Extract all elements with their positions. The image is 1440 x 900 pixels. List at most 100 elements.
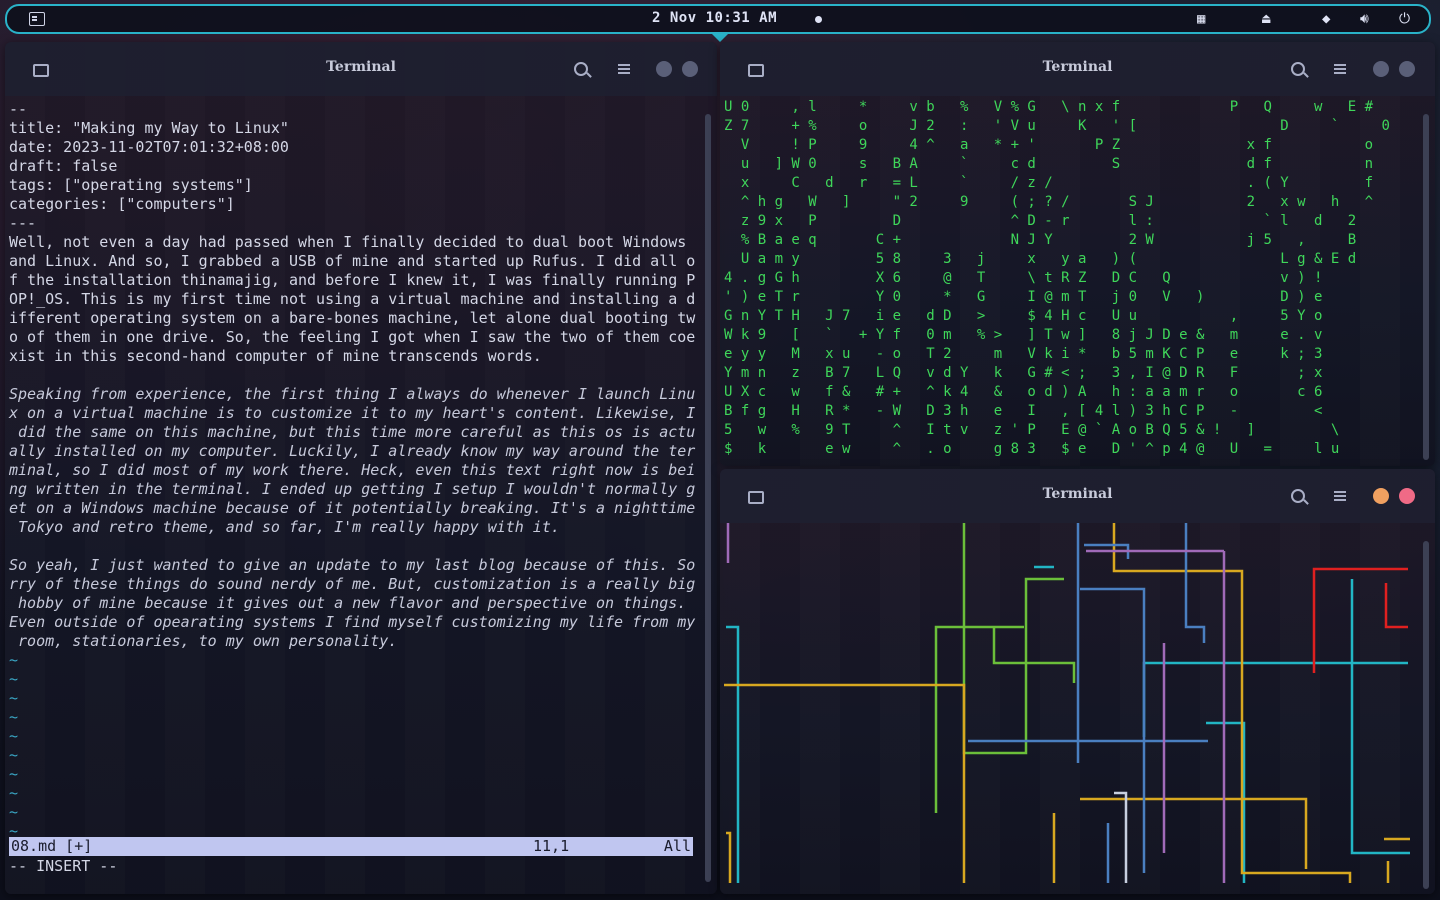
editor-line[interactable]: draft: false	[9, 157, 697, 176]
empty-line-tilde: ~	[9, 708, 19, 726]
editor-line[interactable]: Tokyo and retro theme, and so far, I'm r…	[9, 518, 697, 537]
terminal-window-matrix[interactable]: Terminal U 0 , l * v b % V % G \ n x f P…	[720, 42, 1435, 466]
terminal-window-editor[interactable]: Terminal -- title: "Making my Way to Linu…	[5, 42, 717, 894]
minimize-button[interactable]	[656, 61, 672, 77]
minimize-button[interactable]	[1373, 61, 1389, 77]
empty-line-tilde: ~	[9, 746, 19, 764]
hamburger-menu-icon[interactable]	[1334, 64, 1346, 66]
terminal-header: Terminal	[720, 469, 1435, 523]
empty-line-tilde: ~	[9, 784, 19, 802]
empty-line-tilde: ~	[9, 765, 19, 783]
empty-line-tilde: ~	[9, 727, 19, 745]
editor-line[interactable]: o of them in one drive. So, the feeling …	[9, 328, 697, 347]
wifi-icon[interactable]: ◆	[1322, 11, 1330, 27]
vim-status-line: 08.md [+] 11,1 All	[9, 837, 693, 856]
matrix-row: Y m n z B 7 L Q v d Y k G # < ; 3 , I @ …	[724, 365, 1323, 381]
matrix-row: u ] W 0 s B A ` c d S d f n	[724, 156, 1374, 172]
empty-line-markers: ~ ~ ~ ~ ~ ~ ~ ~ ~ ~	[9, 651, 697, 841]
hamburger-menu-icon[interactable]	[1334, 491, 1346, 493]
matrix-row: G n Y T H J 7 i e d D > $ 4 H c U u , 5 …	[724, 308, 1323, 324]
editor-line[interactable]: ally installed on my computer. Luckily, …	[9, 442, 697, 461]
close-button[interactable]	[1399, 61, 1415, 77]
mode-indicator: -- INSERT --	[9, 857, 118, 875]
matrix-row: U a m y 5 8 3 j x y a ) ( L g & E d	[724, 251, 1357, 267]
editor-line[interactable]: et on a Windows machine because of it po…	[9, 499, 697, 518]
editor-line[interactable]: minal, so I did most of my work there. H…	[9, 461, 697, 480]
status-scroll-position: All	[663, 837, 691, 855]
layout-icon[interactable]: ▦	[1197, 11, 1205, 27]
scrollbar[interactable]	[1423, 541, 1429, 889]
search-icon[interactable]	[1291, 62, 1305, 76]
close-button[interactable]	[1399, 488, 1415, 504]
matrix-row: z 9 x P D ^ D - r l : ` l d 2	[724, 213, 1357, 229]
pipes-animation	[724, 523, 1410, 883]
editor-line[interactable]	[9, 537, 697, 556]
empty-line-tilde: ~	[9, 689, 19, 707]
window-title: Terminal	[1042, 486, 1113, 502]
terminal-window-pipes[interactable]: Terminal	[720, 469, 1435, 894]
editor-line[interactable]: So yeah, I just wanted to give an update…	[9, 556, 697, 575]
editor-text-area[interactable]: -- title: "Making my Way to Linux" date: 2…	[9, 100, 697, 651]
volume-icon[interactable]: 🔊︎	[1360, 11, 1369, 27]
matrix-row: ' ) e T r Y 0 * G I @ m T j 0 V ) D ) e	[724, 289, 1323, 305]
top-panel: 2 Nov 10:31 AM ▦ ⏏ ◆ 🔊︎ ⏻	[5, 4, 1431, 34]
terminal-header: Terminal	[720, 42, 1435, 96]
editor-line[interactable]: hobby of mine because it gives out a new…	[9, 594, 697, 613]
search-icon[interactable]	[574, 62, 588, 76]
eject-icon[interactable]: ⏏	[1262, 11, 1270, 27]
editor-line[interactable]	[9, 366, 697, 385]
matrix-row: $ k e w ^ . o g 8 3 $ e D ' ^ p 4 @ U = …	[724, 441, 1340, 457]
editor-line[interactable]: OP!_OS. This is my first time not using …	[9, 290, 697, 309]
clock-pointer-icon	[712, 34, 728, 42]
matrix-row: % B a e q C + N J Y 2 W j 5 , B	[724, 232, 1357, 248]
matrix-row: U 0 , l * v b % V % G \ n x f P Q w E #	[724, 99, 1374, 115]
window-title: Terminal	[1042, 59, 1113, 75]
terminal-menu-icon[interactable]	[29, 12, 45, 26]
matrix-row: ^ h g W ] " 2 9 ( ; ? / S J 2 x w h ^	[724, 194, 1374, 210]
matrix-row: V ! P 9 4 ^ a * + ' P Z x f o	[724, 137, 1374, 153]
hamburger-menu-icon[interactable]	[618, 64, 630, 66]
matrix-row: x C d r = L ` / z / . ( Y f	[724, 175, 1374, 191]
editor-line[interactable]: Even outside of opearating systems I fin…	[9, 613, 697, 632]
matrix-row: 4 . g G h X 6 @ T \ t R Z D C Q v ) !	[724, 270, 1323, 286]
matrix-row: B f g H R * - W D 3 h e I , [ 4 l ) 3 h …	[724, 403, 1323, 419]
empty-line-tilde: ~	[9, 651, 19, 669]
editor-line[interactable]: ng written in the terminal. I ended up g…	[9, 480, 697, 499]
editor-line[interactable]: ifferent operating system on a bare-bone…	[9, 309, 697, 328]
editor-line[interactable]: rry of these things do sound nerdy of me…	[9, 575, 697, 594]
editor-line[interactable]: xist in this second-hand computer of min…	[9, 347, 697, 366]
matrix-row: U X c w f & # + ^ k 4 & o d ) A h : a a …	[724, 384, 1323, 400]
terminal-header: Terminal	[5, 42, 717, 96]
editor-line[interactable]: date: 2023-11-02T07:01:32+08:00	[9, 138, 697, 157]
close-button[interactable]	[682, 61, 698, 77]
matrix-row: e y y M x u - o T 2 m V k i * b 5 m K C …	[724, 346, 1323, 362]
status-cursor-position: 11,1	[533, 837, 570, 855]
editor-line[interactable]: --	[9, 100, 697, 119]
editor-line[interactable]: Speaking from experience, the first thin…	[9, 385, 697, 404]
scrollbar[interactable]	[705, 114, 711, 882]
editor-line[interactable]: tags: ["operating systems"]	[9, 176, 697, 195]
editor-line[interactable]: room, stationaries, to my own personalit…	[9, 632, 697, 651]
editor-line[interactable]: did the same on this machine, but this t…	[9, 423, 697, 442]
scrollbar[interactable]	[1423, 114, 1429, 460]
editor-line[interactable]: ---	[9, 214, 697, 233]
window-title: Terminal	[326, 59, 396, 75]
editor-line[interactable]: f the installation thinamajig, and befor…	[9, 271, 697, 290]
editor-line[interactable]: title: "Making my Way to Linux"	[9, 119, 697, 138]
matrix-row: W k 9 [ ` + Y f 0 m % > ] T w ] 8 j J D …	[724, 327, 1323, 343]
editor-line[interactable]: and Linux. And so, I grabbed a USB of mi…	[9, 252, 697, 271]
notification-dot-icon	[815, 16, 822, 23]
editor-line[interactable]: categories: ["computers"]	[9, 195, 697, 214]
search-icon[interactable]	[1291, 489, 1305, 503]
clock[interactable]: 2 Nov 10:31 AM	[652, 10, 777, 26]
power-icon[interactable]: ⏻	[1399, 11, 1410, 27]
matrix-row: 5 w % 9 T ^ I t v z ' P E @ ` A o B Q 5 …	[724, 422, 1340, 438]
empty-line-tilde: ~	[9, 803, 19, 821]
matrix-row: Z 7 + % o J 2 : ' V u K ' [ D ` 0	[724, 118, 1390, 134]
cmatrix-output: U 0 , l * v b % V % G \ n x f P Q w E # Z…	[724, 98, 1414, 458]
editor-line[interactable]: x on a virtual machine is to customize i…	[9, 404, 697, 423]
editor-line[interactable]: Well, not even a day had passed when I f…	[9, 233, 697, 252]
empty-line-tilde: ~	[9, 670, 19, 688]
minimize-button[interactable]	[1373, 488, 1389, 504]
status-filename: 08.md [+]	[11, 837, 93, 855]
